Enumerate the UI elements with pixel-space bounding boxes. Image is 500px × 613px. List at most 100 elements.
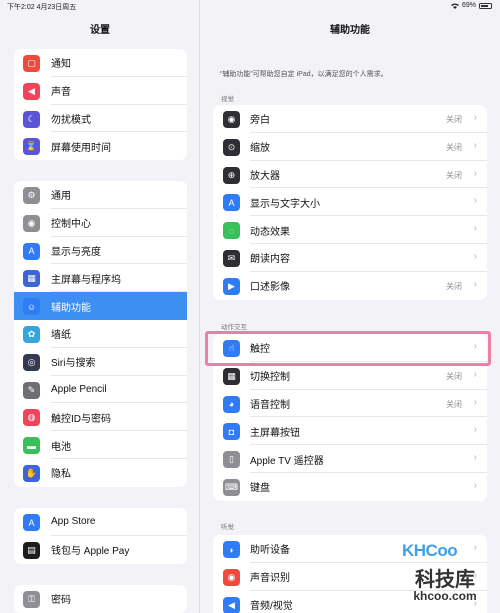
app-store-icon: A [23, 514, 40, 531]
magnifier-icon: ⊕ [223, 166, 240, 184]
gear-icon: ⚙ [23, 187, 40, 204]
settings-row-label: 动态效果 [250, 226, 290, 238]
chevron-right-icon: › [473, 250, 477, 262]
settings-row[interactable]: ◕ 语音控制 关闭 › [213, 390, 487, 418]
chevron-right-icon: › [473, 424, 477, 436]
sidebar-item[interactable]: ⚿ 密码 [14, 585, 187, 613]
chevron-right-icon: › [473, 396, 477, 408]
sidebar-item-label: 声音 [51, 87, 71, 99]
chevron-right-icon: › [473, 112, 477, 123]
hourglass-icon: ⌛ [23, 138, 40, 156]
remote-icon: ▯ [223, 451, 240, 469]
sidebar-item[interactable]: ✋ 隐私 [14, 459, 187, 487]
sidebar-item[interactable]: A App Store [14, 508, 187, 536]
sidebar-item-label: 钱包与 Apple Pay [51, 546, 130, 558]
chevron-right-icon: › [473, 278, 477, 290]
settings-row-label: 语音控制 [250, 399, 290, 411]
text-size-icon: A [223, 194, 240, 212]
settings-row-label: 助听设备 [250, 545, 290, 557]
settings-row[interactable]: ✉ 朗读内容 › [213, 244, 487, 272]
settings-row[interactable]: A 显示与文字大小 › [213, 188, 487, 217]
sidebar-item-label: 勿扰模式 [51, 114, 91, 126]
sidebar-item[interactable]: ◀ 声音 [14, 77, 187, 105]
sidebar-item[interactable]: ▤ 钱包与 Apple Pay [14, 536, 187, 564]
settings-row-label: 口述影像 [250, 282, 290, 294]
chevron-right-icon: › [473, 479, 477, 491]
speaker-icon: ◀ [23, 82, 40, 100]
settings-row-status: 关闭 [446, 170, 462, 180]
settings-sidebar: 设置 ▢ 通知 ◀ 声音 ☾ 勿扰模式 ⌛ 屏幕使用时间 ⚙ 通用 ◉ 控制中心 A 显示与亮度 ▦ 主屏幕与… [0, 0, 200, 613]
sidebar-item-label: 墙纸 [51, 330, 71, 342]
sidebar-title: 设置 [90, 25, 110, 36]
sidebar-item-label: 通用 [51, 191, 71, 203]
settings-row[interactable]: ◘ 主屏幕按钮 › [213, 417, 487, 446]
flower-icon: ✿ [23, 325, 40, 343]
sidebar-item-label: 显示与亮度 [51, 246, 101, 258]
sidebar-item[interactable]: ☺ 辅助功能 [14, 292, 187, 320]
chevron-right-icon: › [473, 167, 477, 179]
sidebar-item-label: 密码 [51, 595, 71, 607]
watermark-url: khcoo.com [413, 589, 477, 603]
sidebar-item-label: 辅助功能 [51, 302, 91, 314]
accessibility-icon: ☺ [23, 298, 40, 316]
chevron-right-icon: › [473, 452, 477, 464]
settings-row[interactable]: ▯ Apple TV 遥控器 › [213, 445, 487, 473]
sidebar-item[interactable]: ✿ 墙纸 [14, 320, 187, 348]
bell-icon: ▢ [23, 55, 40, 72]
sidebar-item[interactable]: ◍ 触控ID与密码 [14, 403, 187, 432]
chevron-right-icon: › [473, 139, 477, 151]
accessibility-pane: 辅助功能 “辅助功能”可帮助您自定 iPad，以满足您的个人需求。 视觉 ◉ 旁白关… [200, 0, 500, 613]
sidebar-item-label: Apple Pencil [51, 383, 107, 395]
sidebar-item-label: Siri与搜索 [51, 358, 96, 370]
battery-icon [479, 2, 492, 9]
sidebar-item[interactable]: ⌛ 屏幕使用时间 [14, 132, 187, 160]
settings-row[interactable]: ⌨ 键盘 › [213, 473, 487, 501]
settings-row[interactable]: ▶ 口述影像 关闭 › [213, 272, 487, 300]
settings-row-status: 关闭 [446, 399, 462, 409]
section-header: 听觉 [221, 524, 234, 531]
settings-row-label: 键盘 [250, 483, 270, 495]
sidebar-item[interactable]: ◎ Siri与搜索 [14, 348, 187, 376]
settings-row[interactable]: ◌ 动态效果 › [213, 216, 487, 244]
sidebar-item[interactable]: ▬ 电池 [14, 431, 187, 459]
wallet-icon: ▤ [23, 541, 40, 559]
motion-icon: ◌ [223, 222, 240, 240]
battery-icon: ▬ [23, 437, 40, 455]
sidebar-item-label: 隐私 [51, 469, 71, 481]
sound-recognition-icon: ◉ [223, 568, 240, 586]
sidebar-group: ⚙ 通用 ◉ 控制中心 A 显示与亮度 ▦ 主屏幕与程序坞 ☺ 辅助功能 ✿ 墙纸 ◎ Siri与搜索 ✎ A… [14, 181, 187, 487]
speech-bubble-icon: ✉ [223, 249, 240, 267]
sidebar-item[interactable]: ✎ Apple Pencil [14, 376, 187, 404]
sidebar-item[interactable]: ▦ 主屏幕与程序坞 [14, 264, 187, 293]
settings-row-label: 声音识别 [250, 573, 290, 585]
sidebar-item-label: 主屏幕与程序坞 [51, 274, 121, 286]
text-size-icon: A [23, 242, 40, 260]
sidebar-item[interactable]: ☾ 勿扰模式 [14, 105, 187, 133]
voice-control-icon: ◕ [223, 395, 240, 413]
touch-row-highlight [205, 331, 491, 366]
ear-icon: ◗ [223, 541, 240, 558]
watermark-name: 科技库 [415, 569, 475, 591]
settings-row[interactable]: ⊕ 放大器 关闭 › [213, 161, 487, 189]
settings-row[interactable]: ⊙ 缩放 关闭 › [213, 133, 487, 161]
siri-icon: ◎ [23, 353, 40, 371]
pencil-icon: ✎ [23, 381, 40, 399]
settings-row-status: 关闭 [446, 371, 462, 381]
settings-row-label: 旁白 [250, 115, 270, 127]
switches-icon: ◉ [23, 214, 40, 232]
keyboard-icon: ⌨ [223, 478, 240, 496]
status-time: 下午2:02 4月23日周五 [7, 4, 77, 11]
sidebar-item[interactable]: ▢ 通知 [14, 49, 187, 77]
settings-row[interactable]: ◉ 旁白 关闭 › [213, 105, 487, 133]
sidebar-item-label: App Store [51, 516, 96, 528]
settings-row-status: 关闭 [446, 281, 462, 291]
sidebar-item-label: 电池 [51, 441, 71, 453]
moon-icon: ☾ [23, 110, 40, 128]
sidebar-item[interactable]: A 显示与亮度 [14, 237, 187, 265]
settings-row-label: 朗读内容 [250, 254, 290, 266]
home-button-icon: ◘ [223, 423, 240, 441]
sidebar-item[interactable]: ◉ 控制中心 [14, 209, 187, 237]
watermark-logo: KHCoo [402, 541, 458, 560]
fingerprint-icon: ◍ [23, 409, 40, 427]
sidebar-item[interactable]: ⚙ 通用 [14, 181, 187, 209]
